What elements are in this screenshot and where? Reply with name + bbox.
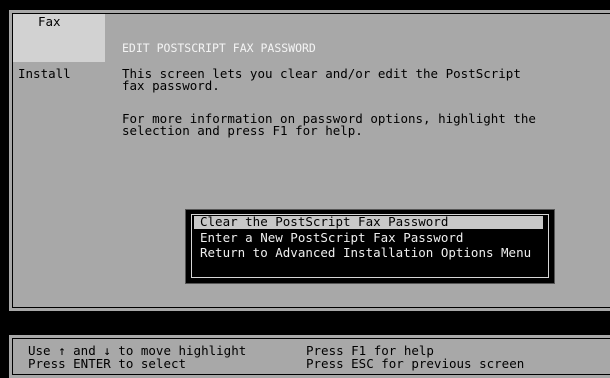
status-select-hint: Press ENTER to select [28,356,187,371]
sidebar-item-fax-label: Fax [38,14,61,29]
main-panel: Fax Install EDIT POSTSCRIPT FAX PASSWORD… [9,10,610,311]
options-menu: Clear the PostScript Fax Password Enter … [185,209,555,284]
help-paragraph: For more information on password options… [122,111,536,138]
menu-item-clear-password[interactable]: Clear the PostScript Fax Password [194,215,543,229]
sidebar-item-install[interactable]: Install [18,67,71,80]
description-paragraph: This screen lets you clear and/or edit t… [122,66,521,93]
menu-item-enter-new-password[interactable]: Enter a New PostScript Fax Password [194,231,543,245]
status-back-hint: Press ESC for previous screen [306,356,525,371]
page-title: EDIT POSTSCRIPT FAX PASSWORD [122,41,316,55]
sidebar-item-fax[interactable]: Fax [13,14,105,62]
menu-item-return-to-menu[interactable]: Return to Advanced Installation Options … [194,246,543,260]
